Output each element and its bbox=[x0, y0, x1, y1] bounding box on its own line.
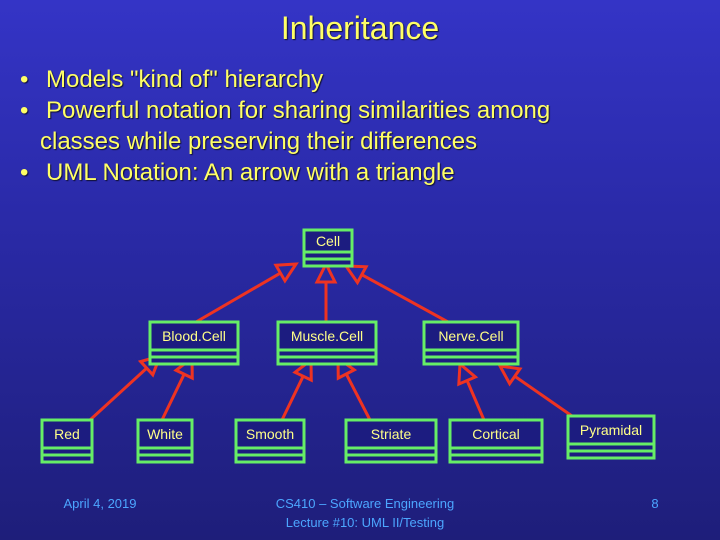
class-name-bloodcell: Blood.Cell bbox=[162, 328, 226, 344]
class-name-musclecell: Muscle.Cell bbox=[291, 328, 363, 344]
inheritance-line-nervecell bbox=[361, 273, 449, 324]
class-name-nervecell: Nerve.Cell bbox=[438, 328, 503, 344]
inheritance-triangle-icon bbox=[343, 264, 369, 286]
inheritance-line-pyramidal bbox=[513, 375, 573, 418]
class-name-striate: Striate bbox=[371, 426, 412, 442]
uml-inheritance-diagram: Cell Blood.Cell Muscle.Cell Nerve.Cell Red Wh… bbox=[40, 228, 656, 464]
class-name-white: White bbox=[147, 426, 183, 442]
inheritance-line-cortical bbox=[465, 379, 486, 421]
footer-course: CS410 – Software Engineering Lecture #10… bbox=[210, 494, 520, 532]
inheritance-line-striate bbox=[344, 373, 372, 421]
footer-page-number: 8 bbox=[651, 496, 659, 511]
footer-course-title: CS410 – Software Engineering bbox=[275, 496, 455, 511]
inheritance-line-smooth bbox=[280, 375, 305, 421]
class-name-red: Red bbox=[54, 426, 80, 442]
footer-lecture-title: Lecture #10: UML II/Testing bbox=[285, 515, 445, 530]
inheritance-triangle-icon bbox=[457, 360, 479, 387]
class-name-smooth: Smooth bbox=[246, 426, 294, 442]
class-name-cortical: Cortical bbox=[472, 426, 519, 442]
inheritance-triangle-icon bbox=[497, 364, 523, 387]
class-name-cell: Cell bbox=[316, 233, 340, 249]
footer-date: April 4, 2019 bbox=[63, 496, 137, 511]
class-name-pyramidal: Pyramidal bbox=[580, 422, 642, 438]
inheritance-line-red bbox=[88, 367, 148, 422]
inheritance-line-white bbox=[160, 373, 186, 421]
inheritance-line-bloodcell bbox=[195, 271, 282, 324]
inheritance-triangle-icon bbox=[273, 262, 299, 284]
